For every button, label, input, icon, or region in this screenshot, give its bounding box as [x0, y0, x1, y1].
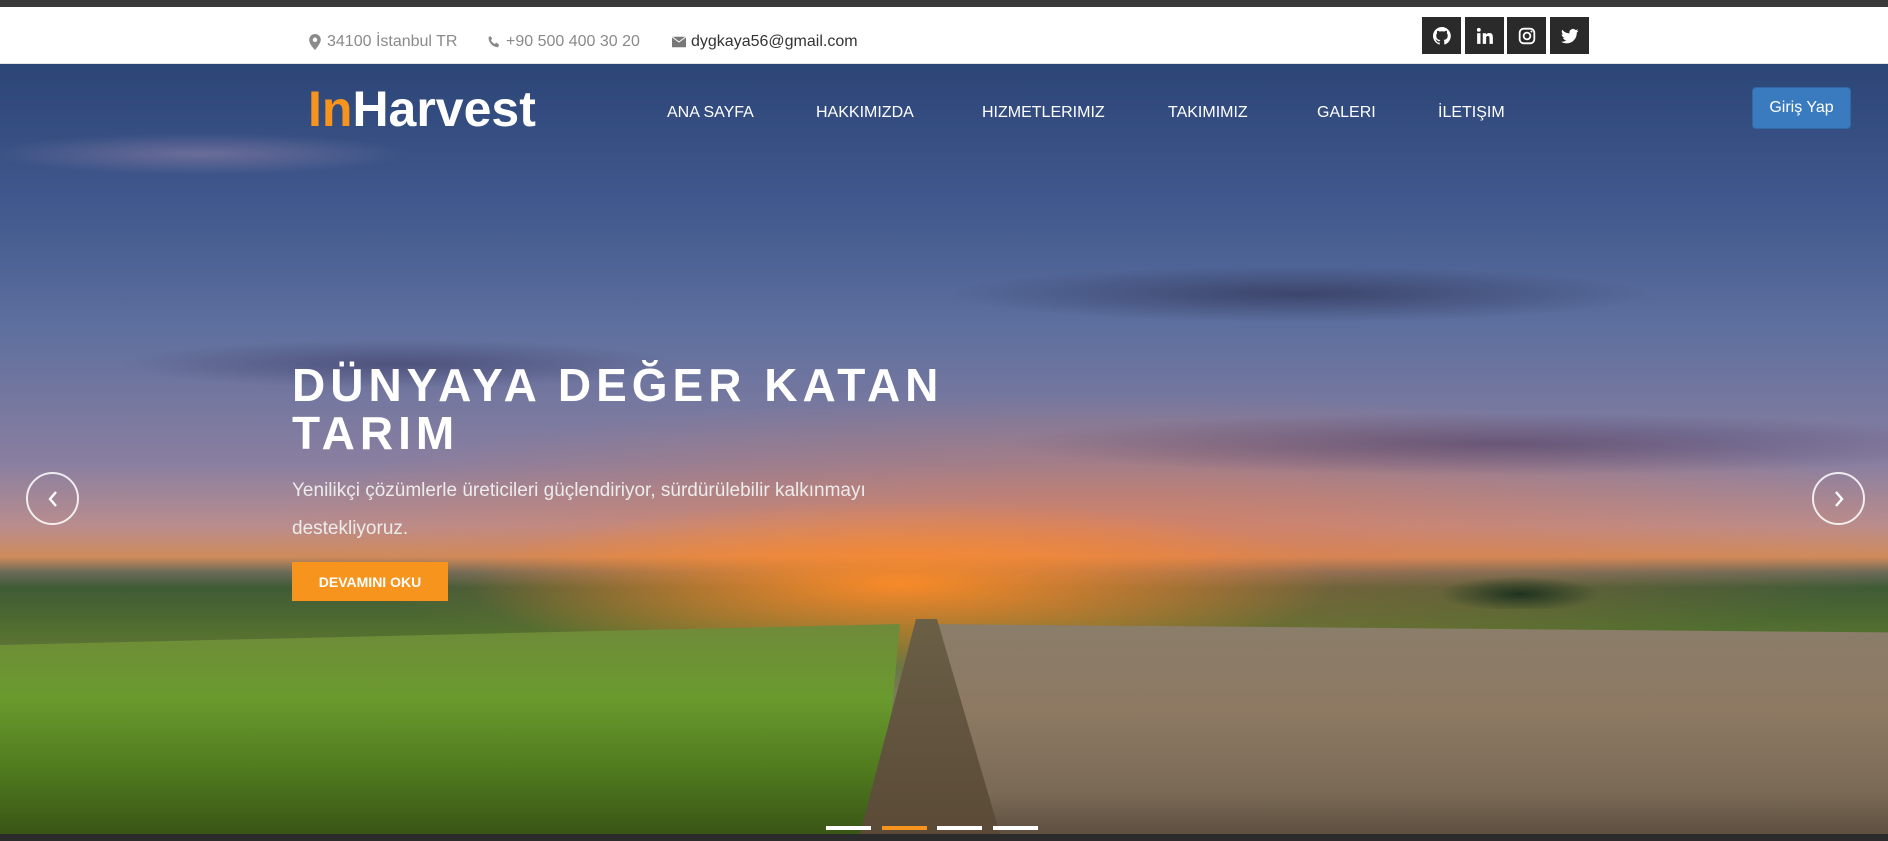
hero-title-line-1: DÜNYAYA DEĞER KATAN [292, 359, 944, 411]
address-info: 34100 İstanbul TR [308, 33, 457, 51]
hero-title-line-2: TARIM [292, 407, 460, 459]
green-field [0, 624, 900, 834]
carousel-next-button[interactable] [1812, 472, 1865, 525]
topbar: 34100 İstanbul TR +90 500 400 30 20 dygk… [0, 7, 1888, 64]
phone-icon [488, 35, 500, 48]
nav-item-gallery[interactable]: GALERI [1317, 104, 1376, 122]
nav-item-home[interactable]: ANA SAYFA [667, 104, 754, 122]
top-strip [0, 0, 1888, 7]
nav-item-services[interactable]: HIZMETLERIMIZ [982, 104, 1105, 122]
read-more-button[interactable]: DEVAMINI OKU [292, 562, 448, 601]
tree-line [1420, 569, 1620, 609]
github-icon [1432, 26, 1451, 45]
wheat-field [920, 624, 1888, 834]
logo-main-text: Harvest [352, 81, 536, 137]
hero-title: DÜNYAYA DEĞER KATAN TARIM [292, 361, 1012, 457]
carousel-indicator-1[interactable] [826, 826, 871, 830]
instagram-icon [1518, 27, 1535, 44]
carousel-indicator-3[interactable] [937, 826, 982, 830]
email-info: dygkaya56@gmail.com [672, 33, 858, 51]
nav-item-contact[interactable]: İLETIŞIM [1438, 104, 1505, 122]
linkedin-icon [1476, 27, 1493, 44]
linkedin-button[interactable] [1465, 17, 1504, 54]
hero-subtitle-line-1: Yenilikçi çözümlerle üreticileri güçlend… [292, 480, 866, 501]
carousel-indicator-2[interactable] [882, 826, 927, 830]
carousel-indicator-4[interactable] [993, 826, 1038, 830]
envelope-icon [672, 36, 686, 48]
phone-text: +90 500 400 30 20 [506, 33, 640, 50]
bottom-strip [0, 834, 1888, 841]
chevron-right-icon [1834, 490, 1844, 507]
twitter-button[interactable] [1550, 17, 1589, 54]
address-text: 34100 İstanbul TR [327, 33, 458, 50]
twitter-icon [1560, 28, 1578, 43]
site-logo[interactable]: InHarvest [308, 80, 536, 138]
hero-subtitle: Yenilikçi çözümlerle üreticileri güçlend… [292, 472, 932, 548]
nav-item-about[interactable]: HAKKIMIZDA [816, 104, 914, 122]
chevron-left-icon [47, 490, 57, 507]
map-marker-icon [309, 34, 321, 50]
nav-item-team[interactable]: TAKIMIMIZ [1168, 104, 1248, 122]
github-button[interactable] [1422, 17, 1461, 54]
instagram-button[interactable] [1507, 17, 1546, 54]
email-link[interactable]: dygkaya56@gmail.com [691, 33, 858, 51]
carousel-prev-button[interactable] [26, 472, 79, 525]
hero-subtitle-line-2: destekliyoruz. [292, 518, 409, 539]
logo-accent-text: In [308, 81, 353, 137]
login-button[interactable]: Giriş Yap [1752, 87, 1851, 129]
phone-info: +90 500 400 30 20 [487, 33, 640, 51]
